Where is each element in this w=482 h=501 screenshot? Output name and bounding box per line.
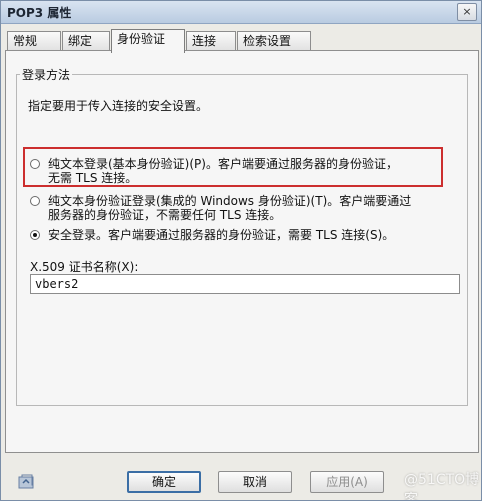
instruction-text: 指定要用于传入连接的安全设置。 [28,99,209,113]
radio-button[interactable] [30,196,40,206]
radio-button-selected[interactable] [30,230,40,240]
tab-content-panel: 登录方法 指定要用于传入连接的安全设置。 纯文本登录(基本身份验证)(P)。客户… [5,50,479,453]
close-button[interactable]: × [457,3,477,21]
watermark: @51CTO博客 [404,472,480,501]
radio-label: 安全登录。客户端要通过服务器的身份验证，需要 TLS 连接(S)。 [48,228,395,242]
group-label: 登录方法 [20,66,73,83]
radio-button[interactable] [30,159,40,169]
button-bar: 确定 取消 应用(A) @51CTO博客 [1,453,481,501]
tab-connection[interactable]: 连接 [186,31,236,50]
tab-binding[interactable]: 绑定 [62,31,110,50]
ok-button[interactable]: 确定 [127,471,201,493]
tab-retrieval-settings[interactable]: 检索设置 [237,31,311,50]
tab-general[interactable]: 常规 [7,31,61,50]
certificate-name-label: X.509 证书名称(X): [30,260,139,274]
certificate-name-input[interactable]: vbers2 [30,274,460,294]
shield-icon [18,474,34,489]
apply-button[interactable]: 应用(A) [310,471,384,493]
cancel-button[interactable]: 取消 [218,471,292,493]
title-bar: POP3 属性 × [1,1,481,24]
properties-dialog: POP3 属性 × 常规 绑定 身份验证 连接 检索设置 登录方法 指定要用于传… [0,0,482,501]
window-title: POP3 属性 [7,6,72,20]
radio-label: 纯文本登录(基本身份验证)(P)。客户端要通过服务器的身份验证， 无需 TLS … [48,157,398,185]
tab-authentication[interactable]: 身份验证 [111,29,185,53]
close-icon: × [462,5,472,18]
radio-label: 纯文本身份验证登录(集成的 Windows 身份验证)(T)。客户端要通过 服务… [48,194,412,222]
